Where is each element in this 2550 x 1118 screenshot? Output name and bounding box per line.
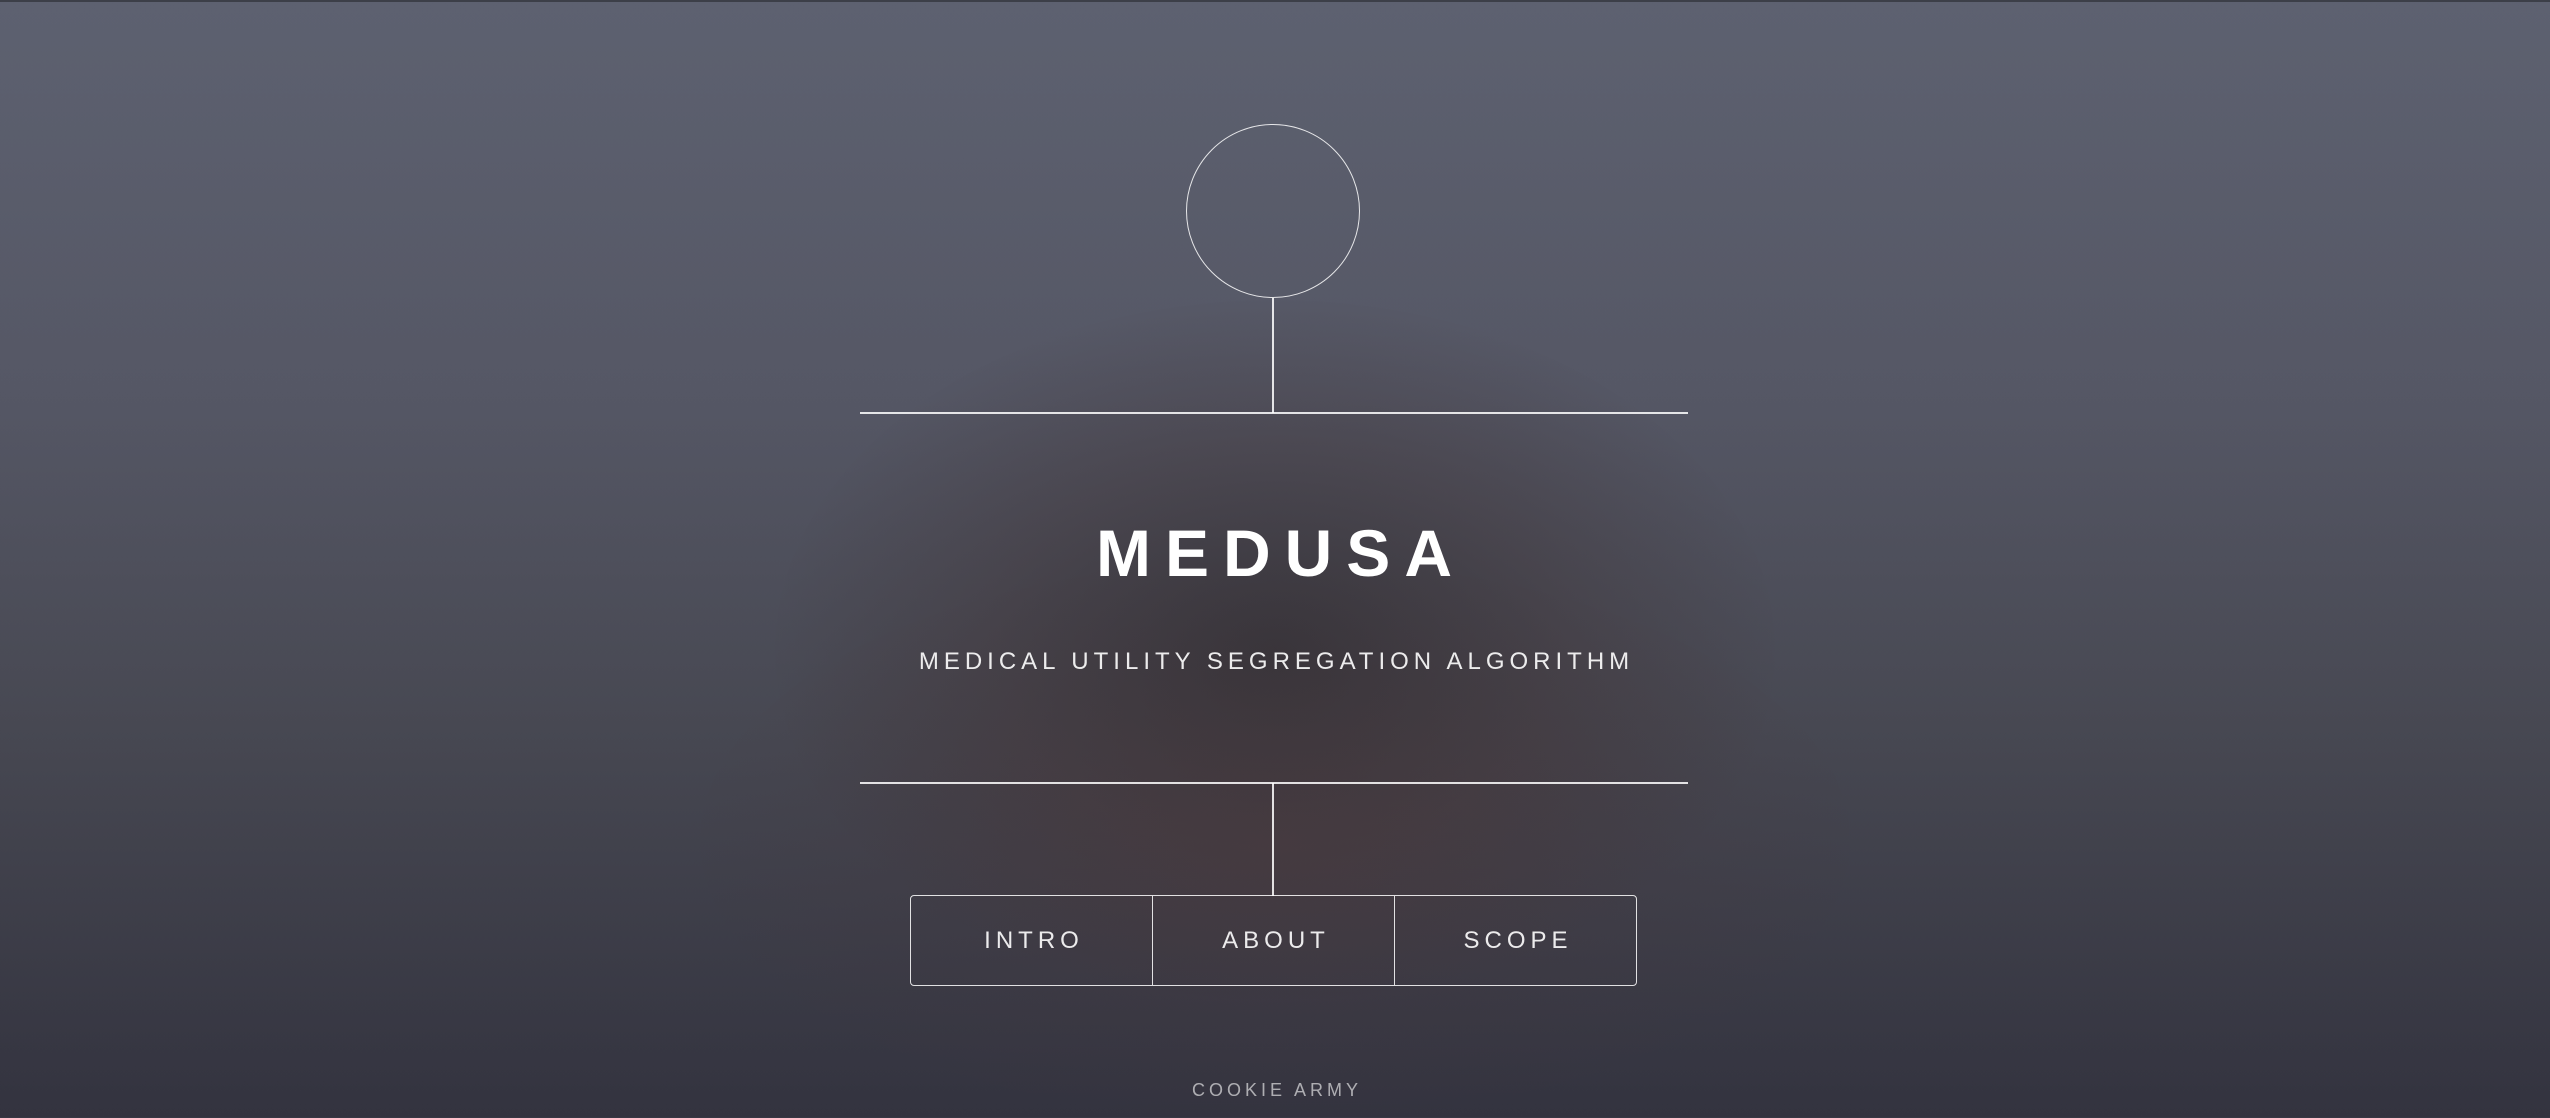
nav-connector-line bbox=[1272, 783, 1274, 896]
nav-about-button[interactable]: ABOUT bbox=[1152, 896, 1394, 985]
background-glow-warm bbox=[700, 560, 1850, 1118]
top-border bbox=[0, 0, 2550, 2]
page-title: MEDUSA bbox=[1095, 516, 1466, 590]
nav-intro-button[interactable]: INTRO bbox=[911, 896, 1152, 985]
main-nav: INTRO ABOUT SCOPE bbox=[910, 895, 1637, 986]
nav-scope-button[interactable]: SCOPE bbox=[1394, 896, 1636, 985]
page-subtitle: MEDICAL UTILITY SEGREGATION ALGORITHM bbox=[918, 648, 1635, 675]
top-divider bbox=[860, 412, 1688, 414]
logo-circle-icon bbox=[1186, 124, 1360, 298]
bottom-divider bbox=[860, 782, 1688, 784]
footer-credit: COOKIE ARMY bbox=[1191, 1080, 1363, 1100]
logo-stem-line bbox=[1272, 298, 1274, 413]
